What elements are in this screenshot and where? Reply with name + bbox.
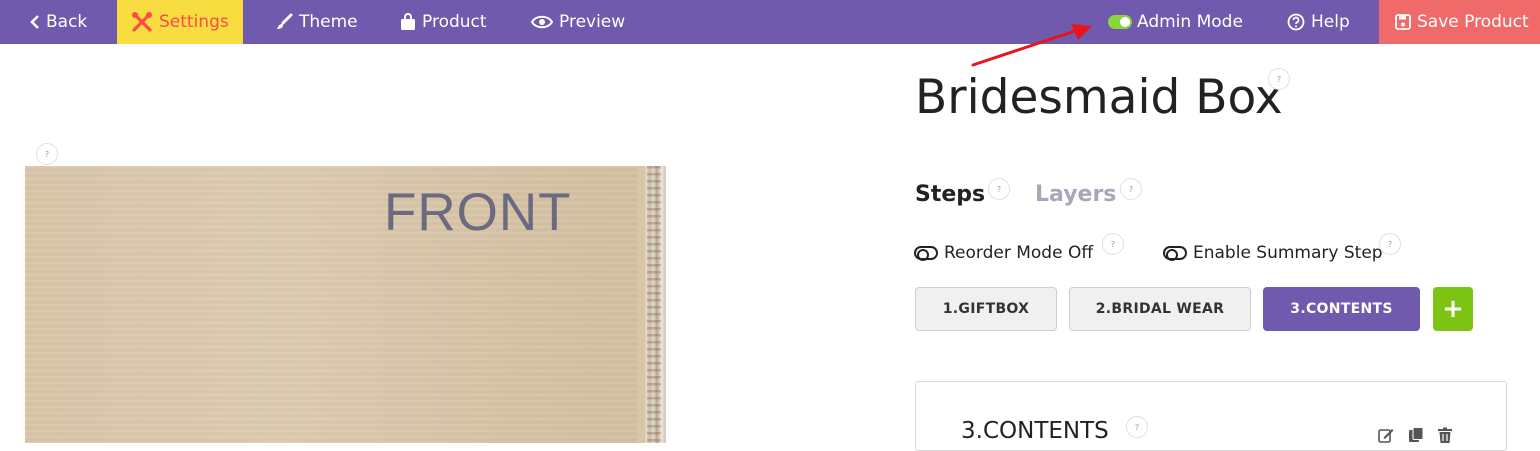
save-product-button[interactable]: Save Product [1379,0,1540,44]
eye-icon [531,15,553,29]
preview-tab[interactable]: Preview [531,0,625,44]
help-marker-panel[interactable]: ? [1126,416,1148,438]
reorder-mode-toggle[interactable]: Reorder Mode Off [914,243,1093,263]
tab-layers[interactable]: Layers [1035,182,1116,207]
shopping-bag-icon [400,13,416,31]
toggle-on-icon [1108,15,1132,29]
copy-icon[interactable] [1408,427,1424,443]
preview-label: Preview [559,12,626,32]
product-title: Bridesmaid Box [915,70,1283,125]
toggle-off-icon [1163,246,1187,261]
brush-icon [275,13,293,31]
help-marker-reorder[interactable]: ? [1102,233,1124,255]
trash-icon[interactable] [1437,427,1453,443]
settings-label: Settings [159,12,229,32]
chevron-left-icon [30,15,40,29]
question-circle-icon [1287,13,1305,31]
step-button-contents[interactable]: 3.CONTENTS [1263,287,1420,331]
admin-mode-toggle[interactable]: Admin Mode [1108,0,1243,44]
summary-step-toggle[interactable]: Enable Summary Step [1163,243,1383,263]
admin-mode-label: Admin Mode [1137,12,1243,32]
back-label: Back [46,12,88,32]
help-label: Help [1311,12,1350,32]
canvas-side-label: FRONT [384,183,572,242]
help-marker-steps[interactable]: ? [988,178,1010,200]
edit-icon[interactable] [1378,427,1394,443]
summary-step-label: Enable Summary Step [1193,243,1383,263]
theme-label: Theme [299,12,358,32]
help-marker-title[interactable]: ? [1268,68,1290,90]
help-button[interactable]: Help [1287,0,1350,44]
save-product-label: Save Product [1417,12,1529,32]
product-label: Product [422,12,487,32]
product-tab[interactable]: Product [400,0,487,44]
annotation-arrow [971,24,1092,67]
theme-tab[interactable]: Theme [275,0,358,44]
help-marker-summary[interactable]: ? [1379,233,1401,255]
settings-tab[interactable]: Settings [117,0,243,44]
tools-icon [131,11,153,33]
step-button-bridal-wear[interactable]: 2.BRIDAL WEAR [1069,287,1251,331]
help-marker-layers[interactable]: ? [1120,178,1142,200]
reorder-mode-label: Reorder Mode Off [944,243,1094,263]
floppy-disk-icon [1395,14,1411,30]
step-button-giftbox[interactable]: 1.GIFTBOX [915,287,1057,331]
tab-steps[interactable]: Steps [915,182,985,207]
back-button[interactable]: Back [30,0,87,44]
help-marker-canvas[interactable]: ? [36,143,58,165]
board-edge-texture [647,166,661,443]
step-panel-title: 3.CONTENTS [961,418,1109,444]
add-step-button[interactable]: + [1433,287,1473,331]
toggle-off-icon [914,246,938,261]
